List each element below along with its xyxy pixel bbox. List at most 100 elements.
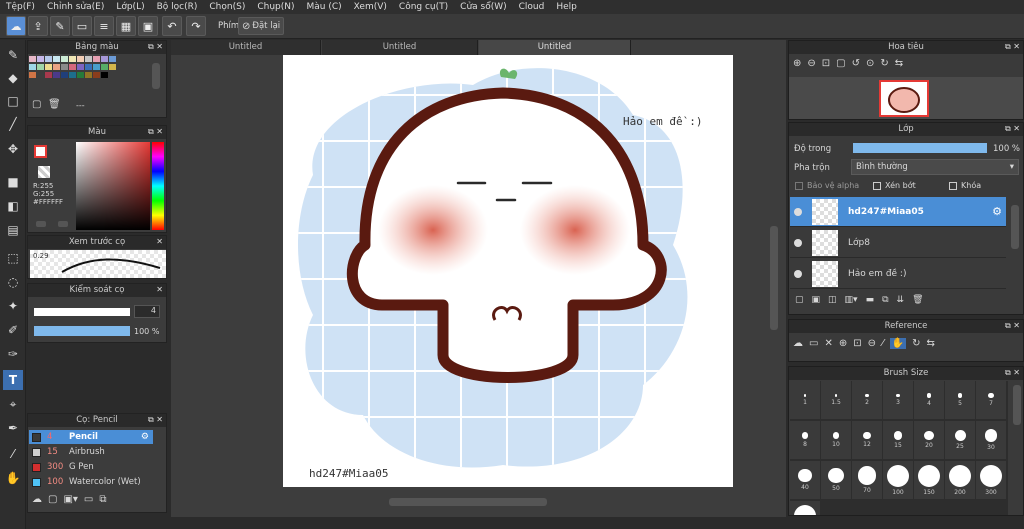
ref-hand-icon[interactable]: ✋ [889, 338, 907, 349]
menu-edit[interactable]: Chỉnh sửa(E) [47, 2, 104, 12]
delete-layer-icon[interactable]: 🗑 [912, 295, 923, 305]
brush-item[interactable]: 4 Pencil ⚙ [29, 430, 153, 444]
text-tool-icon[interactable]: T [3, 370, 23, 390]
color-swatch[interactable] [45, 72, 52, 78]
rectangle-tool-icon[interactable]: □ [3, 91, 23, 111]
ref-zoom-out-icon[interactable]: ⊖ [868, 338, 876, 349]
color-swatch[interactable] [69, 56, 76, 62]
cloud-reference-icon[interactable]: ☁ [793, 338, 803, 349]
brush-size-option[interactable]: 30 [976, 421, 1006, 459]
brush-size-option[interactable]: 10 [821, 421, 851, 459]
lasso-tool-icon[interactable]: ◌ [3, 272, 23, 292]
ref-eyedropper-icon[interactable]: ⁄ [882, 338, 884, 349]
brush-size-option[interactable]: 4 [914, 381, 944, 419]
blend-mode-select[interactable]: Bình thường ▾ [851, 159, 1019, 175]
panel-close-icon[interactable]: ⧉ ✕ [1005, 124, 1020, 134]
panel-close-icon[interactable]: ⧉ ✕ [148, 127, 163, 137]
color-swatch[interactable] [69, 64, 76, 70]
brush-size-option[interactable]: 12 [852, 421, 882, 459]
navigator-thumbnail[interactable] [879, 80, 929, 117]
color-swatch[interactable] [61, 64, 68, 70]
menu-tools[interactable]: Công cụ(T) [399, 2, 448, 12]
brush-size-option[interactable]: 100 [883, 461, 913, 499]
color-swatch[interactable] [93, 72, 100, 78]
select-eraser-icon[interactable]: ✑ [3, 344, 23, 364]
layer-row[interactable]: Lớp8 [790, 228, 1006, 258]
line-tool-icon[interactable]: ╱ [3, 114, 23, 134]
color-swatch[interactable] [69, 72, 76, 78]
close-reference-icon[interactable]: ✕ [824, 338, 832, 349]
list-icon[interactable]: ≡ [94, 16, 114, 36]
ref-zoom-in-icon[interactable]: ⊕ [839, 338, 847, 349]
color-swatch[interactable] [77, 56, 84, 62]
comment-icon[interactable]: ✎ [50, 16, 70, 36]
eyedropper-icon[interactable]: ⁄ [3, 444, 23, 464]
layer-opacity-slider[interactable] [853, 143, 987, 153]
merge-layer-icon[interactable]: ⇊ [897, 295, 905, 305]
layer-scrollbar[interactable] [1011, 205, 1019, 249]
visibility-icon[interactable] [794, 207, 802, 216]
brush-size-option[interactable]: 40 [790, 461, 820, 499]
fit-icon[interactable]: ⊡ [822, 58, 830, 69]
bucket-tool-icon[interactable]: ◧ [3, 196, 23, 216]
color-swatch[interactable] [93, 56, 100, 62]
brush-size-option[interactable]: 20 [914, 421, 944, 459]
color-swatch[interactable] [45, 64, 52, 70]
clipping-checkbox[interactable] [873, 181, 881, 190]
color-swatch[interactable] [101, 56, 108, 62]
brush-size-option[interactable]: 8 [790, 421, 820, 459]
brush-item[interactable]: 15 Airbrush [29, 445, 153, 459]
color-swatch[interactable] [61, 56, 68, 62]
color-swatch[interactable] [53, 56, 60, 62]
brush-size-slider[interactable] [34, 308, 130, 316]
reset-button[interactable]: ⊘ Đặt lại [238, 17, 284, 35]
undo-icon[interactable]: ↶ [162, 16, 182, 36]
brush-size-option[interactable]: 150 [914, 461, 944, 499]
hue-slider[interactable] [152, 142, 164, 230]
redo-icon[interactable]: ↷ [186, 16, 206, 36]
new-1bit-layer-icon[interactable]: ◫ [828, 295, 837, 305]
color-swatch[interactable] [77, 64, 84, 70]
brush-size-scrollbar[interactable] [1013, 385, 1021, 425]
move-tool-icon[interactable]: ✥ [3, 139, 23, 159]
brush-size-option[interactable]: 3 [883, 381, 913, 419]
select-tool-icon[interactable]: ⬚ [3, 248, 23, 268]
fill-rect-tool-icon[interactable]: ■ [3, 172, 23, 192]
color-swatch[interactable] [109, 64, 116, 70]
color-swatch[interactable] [109, 56, 116, 62]
brush-size-option[interactable]: 200 [945, 461, 975, 499]
layer-row[interactable]: hd247#Miaa05 ⚙ [790, 197, 1006, 227]
vertical-scrollbar[interactable] [770, 226, 778, 330]
color-swatch[interactable] [29, 56, 36, 62]
color-swatch[interactable] [37, 64, 44, 70]
color-swatch[interactable] [37, 56, 44, 62]
panel-close-icon[interactable]: ⧉ ✕ [148, 42, 163, 52]
horizontal-scrollbar[interactable] [389, 498, 547, 506]
image-icon[interactable]: ▣ [138, 16, 158, 36]
menu-capture[interactable]: Chụp(N) [257, 2, 294, 12]
color-swatch[interactable] [61, 72, 68, 78]
protect-alpha-checkbox[interactable] [795, 181, 803, 190]
gradient-tool-icon[interactable]: ▤ [3, 220, 23, 240]
color-swatch[interactable] [85, 72, 92, 78]
trash-icon[interactable]: 🗑 [48, 99, 61, 110]
lock-checkbox[interactable] [949, 181, 957, 190]
tab-untitled-3[interactable]: Untitled [479, 40, 631, 55]
brush-size-value[interactable]: 4 [134, 305, 160, 318]
export-icon[interactable]: ⇪ [28, 16, 48, 36]
brush-size-option[interactable]: 70 [852, 461, 882, 499]
folder-icon[interactable]: ▭ [84, 494, 93, 505]
magic-wand-icon[interactable]: ✦ [3, 296, 23, 316]
rotate-left-icon[interactable]: ↺ [852, 58, 860, 69]
new-halftone-layer-icon[interactable]: ▣ [812, 295, 821, 305]
actual-size-icon[interactable]: ▢ [836, 58, 845, 69]
menu-layer[interactable]: Lớp(L) [116, 2, 144, 12]
brush-tool-icon[interactable]: ✎ [3, 45, 23, 65]
color-swatch[interactable] [29, 72, 36, 78]
brush-size-option[interactable]: 2 [852, 381, 882, 419]
gear-icon[interactable]: ⚙ [992, 205, 1002, 218]
panel-close-icon[interactable]: ⧉ ✕ [148, 415, 163, 425]
reset-rotate-icon[interactable]: ⊙ [866, 58, 874, 69]
duplicate-icon[interactable]: ⧉ [99, 494, 106, 505]
brush-menu-icon[interactable]: ▣▾ [63, 494, 77, 505]
